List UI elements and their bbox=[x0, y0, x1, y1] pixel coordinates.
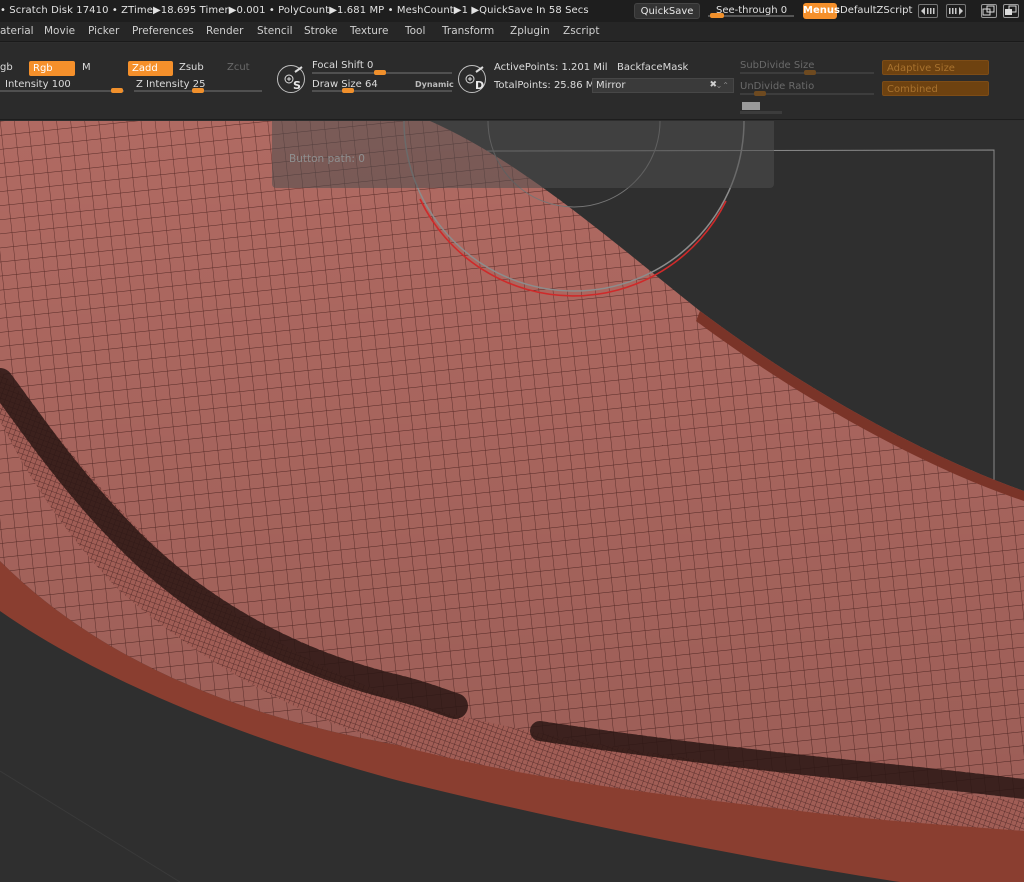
active-points-label: ActivePoints: 1.201 Mil bbox=[494, 62, 608, 73]
status-text: • Scratch Disk 17410 • ZTime▶18.695 Time… bbox=[0, 5, 589, 16]
rgb-intensity-slider-handle[interactable] bbox=[111, 88, 123, 93]
mesh-canvas[interactable] bbox=[0, 121, 1024, 882]
menu-bar: aterial Movie Picker Preferences Render … bbox=[0, 22, 1024, 42]
divider bbox=[740, 111, 782, 114]
m-button[interactable]: M bbox=[82, 62, 91, 73]
rgb-intensity-slider[interactable] bbox=[0, 90, 124, 92]
mirror-label: Mirror bbox=[596, 80, 626, 91]
mirror-field[interactable]: Mirror ✖ ⌄⌃ bbox=[592, 78, 734, 93]
focal-shift-slider-handle[interactable] bbox=[374, 70, 386, 75]
tray-right-icon[interactable] bbox=[946, 4, 966, 18]
small-toggle[interactable] bbox=[742, 102, 760, 110]
total-points-label: TotalPoints: 25.86 Mil bbox=[494, 80, 600, 91]
rgb-intensity-label: Intensity 100 bbox=[5, 79, 71, 90]
canvas-viewport[interactable]: Button path: 0 bbox=[0, 121, 1024, 882]
d-letter: D bbox=[475, 79, 485, 92]
default-zscript-button[interactable]: DefaultZScript bbox=[840, 3, 912, 19]
mesh-shading bbox=[0, 121, 1024, 821]
chevron-icon[interactable]: ⌄⌃ bbox=[716, 79, 729, 92]
tool-shelf: gb Rgb M Zadd Zsub Zcut Intensity 100 Z … bbox=[0, 43, 1024, 120]
combined-button[interactable]: Combined bbox=[882, 81, 989, 96]
focal-shift-label: Focal Shift 0 bbox=[312, 60, 374, 71]
quicksave-button[interactable]: QuickSave bbox=[634, 3, 700, 19]
menu-zscript[interactable]: Zscript bbox=[563, 25, 599, 37]
dynamic-toggle[interactable]: Dynamic bbox=[415, 80, 454, 89]
menu-zplugin[interactable]: Zplugin bbox=[510, 25, 550, 37]
menu-stencil[interactable]: Stencil bbox=[257, 25, 293, 37]
menus-button[interactable]: Menus bbox=[803, 3, 840, 19]
menu-movie[interactable]: Movie bbox=[44, 25, 75, 37]
backface-mask-button[interactable]: BackfaceMask bbox=[617, 62, 688, 73]
menu-texture[interactable]: Texture bbox=[350, 25, 388, 37]
tooltip-panel: Button path: 0 bbox=[272, 121, 774, 188]
menu-stroke[interactable]: Stroke bbox=[304, 25, 337, 37]
perspective-line bbox=[0, 770, 181, 882]
menu-tool[interactable]: Tool bbox=[405, 25, 425, 37]
z-intensity-slider-handle[interactable] bbox=[192, 88, 204, 93]
zsub-button[interactable]: Zsub bbox=[179, 62, 204, 73]
tooltip-text: Button path: 0 bbox=[289, 153, 365, 165]
status-bar: • Scratch Disk 17410 • ZTime▶18.695 Time… bbox=[0, 0, 1024, 22]
undivide-ratio-label: UnDivide Ratio bbox=[740, 81, 815, 92]
mrgb-button-partial[interactable]: gb bbox=[0, 62, 13, 73]
undivide-ratio-slider-handle[interactable] bbox=[754, 91, 766, 96]
s-letter: S bbox=[293, 79, 301, 92]
rgb-button[interactable]: Rgb bbox=[29, 61, 75, 76]
draw-size-slider[interactable] bbox=[312, 90, 452, 92]
zadd-button[interactable]: Zadd bbox=[128, 61, 173, 76]
restore-window-icon[interactable] bbox=[981, 4, 997, 18]
draw-size-slider-handle[interactable] bbox=[342, 88, 354, 93]
menu-picker[interactable]: Picker bbox=[88, 25, 119, 37]
adaptive-size-button[interactable]: Adaptive Size bbox=[882, 60, 989, 75]
see-through-slider-handle[interactable] bbox=[710, 13, 724, 18]
menu-transform[interactable]: Transform bbox=[442, 25, 494, 37]
zcut-button[interactable]: Zcut bbox=[227, 62, 250, 73]
maximize-window-icon[interactable] bbox=[1003, 4, 1019, 18]
menu-preferences[interactable]: Preferences bbox=[132, 25, 194, 37]
menu-render[interactable]: Render bbox=[206, 25, 243, 37]
menu-material[interactable]: aterial bbox=[0, 25, 34, 37]
subdivide-size-label: SubDivide Size bbox=[740, 60, 815, 71]
tray-left-icon[interactable] bbox=[918, 4, 938, 18]
subdivide-size-slider-handle[interactable] bbox=[804, 70, 816, 75]
